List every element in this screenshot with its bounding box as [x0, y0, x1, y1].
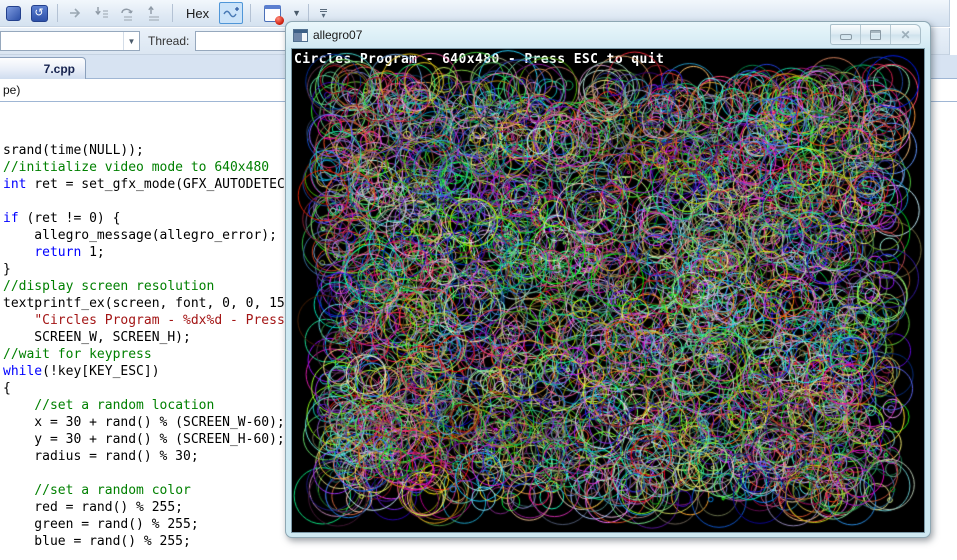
step-out-icon [148, 5, 159, 21]
window-title: allegro07 [313, 28, 363, 42]
thread-label: Thread: [148, 34, 190, 48]
thread-combobox[interactable] [195, 31, 300, 51]
red-ball-icon [274, 15, 284, 25]
breakpoints-window-icon [263, 4, 284, 25]
debug-location-combobox[interactable]: ▼ [0, 31, 140, 51]
caption-button-group: ✕ [830, 24, 921, 45]
stop-debugging-button[interactable] [2, 3, 24, 23]
tab-label: 7.cpp [43, 61, 75, 76]
close-icon: ✕ [900, 27, 911, 42]
show-next-statement-button[interactable] [65, 3, 87, 23]
minimize-icon [839, 34, 852, 40]
hex-toggle-button[interactable]: Hex [180, 2, 215, 24]
application-icon [293, 28, 308, 42]
window-titlebar[interactable]: allegro07 ✕ [286, 22, 930, 48]
breakpoints-window-button[interactable] [258, 3, 286, 25]
step-over-icon [121, 8, 133, 21]
show-next-statement-icon [70, 8, 81, 18]
step-into-button[interactable] [91, 3, 113, 23]
allegro07-window[interactable]: allegro07 ✕ Circles Program - 640x480 - … [285, 21, 931, 538]
restart-icon: ↺ [30, 4, 48, 22]
step-into-icon [95, 7, 108, 18]
tab-allegro07-cpp[interactable]: 7.cpp [0, 57, 86, 79]
chevron-down-icon: ▼ [123, 32, 139, 50]
toolbar-separator [172, 4, 173, 22]
maximize-button[interactable] [861, 25, 891, 44]
toolbar-overflow-icon [320, 8, 328, 10]
toolbar-overflow-button[interactable]: ▾ [320, 8, 328, 20]
toolbar-separator [250, 4, 252, 22]
minimize-button[interactable] [831, 25, 861, 44]
toolbar-separator [57, 4, 58, 22]
dropdown-caret-icon[interactable]: ▼ [292, 8, 301, 18]
toolbar-separator [308, 4, 310, 22]
stop-debugging-icon [5, 5, 21, 21]
chevron-down-icon: ▾ [321, 10, 326, 20]
restart-button[interactable]: ↺ [28, 3, 50, 23]
breakpoint-wave-icon [223, 7, 240, 18]
close-button[interactable]: ✕ [891, 25, 920, 44]
step-over-button[interactable] [117, 3, 139, 23]
maximize-icon [870, 29, 881, 40]
program-canvas[interactable]: Circles Program - 640x480 - Press ESC to… [291, 48, 925, 533]
circles-drawing [292, 49, 924, 532]
step-out-button[interactable] [143, 3, 165, 23]
breakpoint-toggle-button[interactable] [219, 2, 244, 24]
scope-dropdown-text: pe) [3, 83, 21, 97]
